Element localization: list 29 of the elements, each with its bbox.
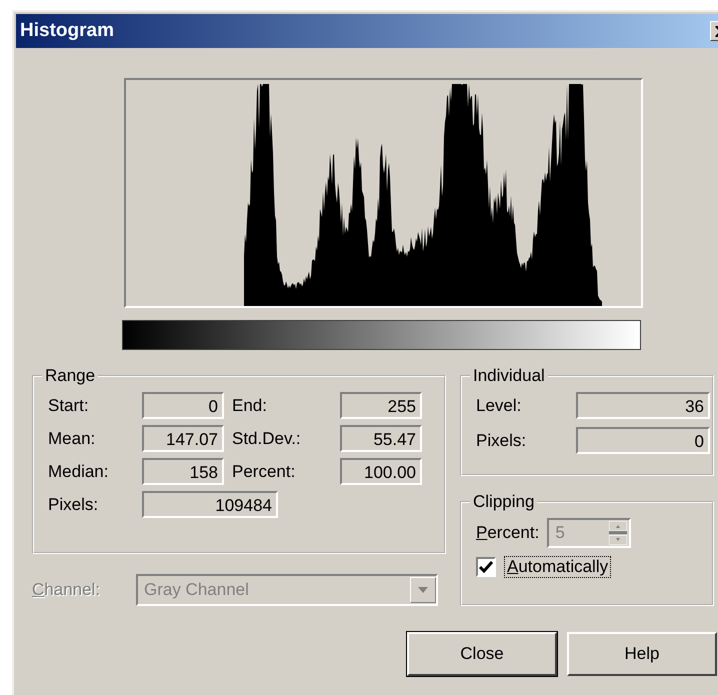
checkbox[interactable] — [476, 557, 496, 577]
value-field: 0 — [142, 392, 224, 419]
value-field: 100.00 — [340, 458, 422, 485]
value-field: 55.47 — [340, 425, 422, 452]
checkmark-icon — [479, 561, 493, 573]
dialog-button[interactable]: Help — [567, 632, 717, 676]
window-title: Histogram — [20, 20, 114, 42]
group-title: Clipping — [472, 492, 536, 512]
dialog-button[interactable]: Close — [407, 632, 557, 676]
value-field: 158 — [142, 458, 224, 485]
field-label: Start: — [48, 396, 90, 416]
group-title: Individual — [472, 366, 546, 386]
field-label: Pixels: — [48, 494, 100, 514]
value-field: 0 — [576, 427, 710, 454]
field-label: End: — [232, 396, 268, 416]
checkbox-label[interactable]: Automatically — [504, 556, 612, 578]
field-label: Channel: — [32, 580, 102, 600]
field-label: Percent: — [232, 462, 296, 482]
field-label: Pixels: — [476, 430, 528, 450]
field-label: Std.Dev.: — [232, 428, 302, 448]
value-field: 255 — [340, 392, 422, 419]
field-label: Percent: — [476, 523, 540, 543]
value-field: 109484 — [142, 491, 278, 518]
field-label: Mean: — [48, 428, 96, 448]
field-label: Median: — [48, 462, 110, 482]
value-field: 147.07 — [142, 425, 224, 452]
field-label: Level: — [476, 396, 522, 416]
value-field: 36 — [576, 392, 710, 419]
group-title: Range — [44, 366, 96, 386]
